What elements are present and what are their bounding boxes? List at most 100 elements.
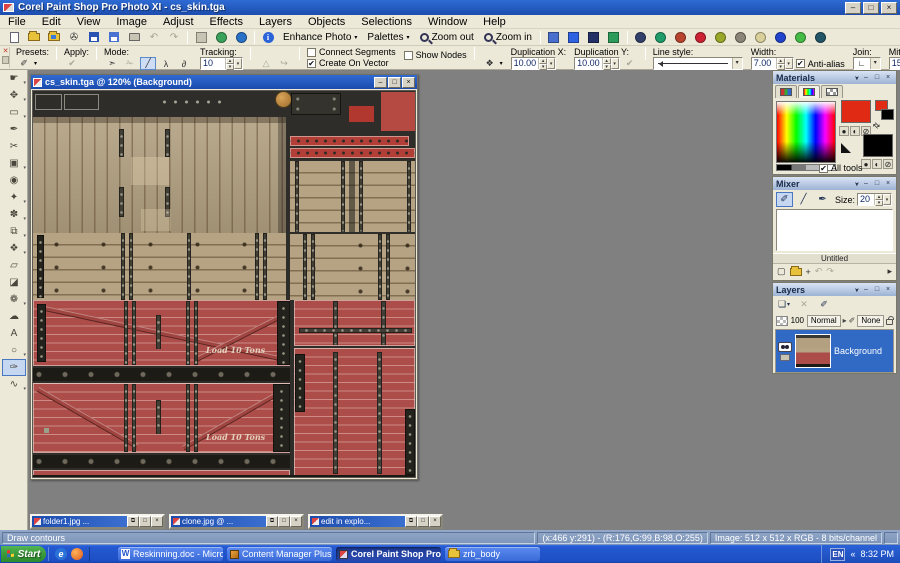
- duplication-x-spinner[interactable]: 10.00▴▾▾: [511, 57, 557, 70]
- doc-close-button[interactable]: ×: [402, 77, 415, 88]
- palettes-button[interactable]: Palettes▾: [362, 30, 414, 45]
- remix-button[interactable]: ↷: [826, 266, 834, 277]
- move-tool[interactable]: ✥▾: [2, 87, 26, 104]
- pin-icon[interactable]: ➤: [850, 73, 860, 83]
- effect-button-5[interactable]: [712, 30, 730, 45]
- makeover-tool[interactable]: ✦▾: [2, 189, 26, 206]
- draw-point-mode-button[interactable]: λ: [158, 57, 174, 70]
- script-button-4[interactable]: [605, 30, 623, 45]
- zoom-out-button[interactable]: Zoom out: [415, 30, 479, 45]
- effect-button-6[interactable]: [732, 30, 750, 45]
- tracking-spinner[interactable]: 10▴▾▾: [200, 57, 243, 70]
- more-button[interactable]: ▸: [887, 266, 892, 277]
- node-edit-button[interactable]: ❖: [482, 57, 498, 70]
- menu-edit[interactable]: Edit: [34, 16, 69, 28]
- pen-tool[interactable]: ✑: [2, 359, 26, 376]
- edit-selection-button[interactable]: ✐: [816, 298, 832, 311]
- tab-rainbow[interactable]: [798, 85, 820, 98]
- miter-limit-spinner[interactable]: 15▴▾▾: [889, 57, 900, 70]
- chevron-down-icon[interactable]: ▾: [500, 60, 503, 67]
- save-as-button[interactable]: [105, 30, 123, 45]
- close-button[interactable]: ×: [290, 516, 302, 527]
- effect-button-2[interactable]: [652, 30, 670, 45]
- two-color-toggle-icon[interactable]: [841, 143, 851, 153]
- link-set-select[interactable]: None: [857, 315, 884, 327]
- new-layer-button[interactable]: ❏▾: [776, 298, 792, 311]
- red-eye-tool[interactable]: ◉: [2, 172, 26, 189]
- draw-lines-mode-button[interactable]: ╱: [140, 57, 156, 70]
- add-button[interactable]: +: [806, 267, 811, 277]
- menu-adjust[interactable]: Adjust: [155, 16, 202, 28]
- minimized-window-edit[interactable]: edit in explo... ⧉ □ ×: [308, 514, 443, 529]
- pin-icon[interactable]: ➤: [850, 285, 860, 295]
- show-nodes-checkbox[interactable]: Show Nodes: [404, 49, 467, 61]
- color-changer-tool[interactable]: ❖▾: [2, 240, 26, 257]
- close-icon[interactable]: ×: [883, 179, 893, 189]
- menu-file[interactable]: File: [0, 16, 34, 28]
- delete-layer-button[interactable]: ✕: [796, 298, 812, 311]
- internet-explorer-icon[interactable]: e: [55, 548, 67, 560]
- background-eraser-tool[interactable]: ◪: [2, 274, 26, 291]
- maximize-icon[interactable]: □: [872, 179, 882, 189]
- status-resize-grip[interactable]: [884, 532, 898, 544]
- background-swatch[interactable]: [863, 134, 893, 157]
- minimize-button[interactable]: –: [845, 2, 861, 14]
- firefox-icon[interactable]: [71, 548, 83, 560]
- doc-maximize-button[interactable]: □: [388, 77, 401, 88]
- open-file-button[interactable]: [25, 30, 43, 45]
- apply-button[interactable]: ✔: [64, 57, 80, 70]
- width-spinner[interactable]: 7.00▴▾▾: [751, 57, 794, 70]
- anti-alias-checkbox[interactable]: ✔Anti-alias: [796, 58, 845, 70]
- blend-mode-select[interactable]: Normal: [807, 315, 841, 327]
- restore-button[interactable]: ⧉: [266, 516, 278, 527]
- minimized-window-clone[interactable]: clone.jpg @ ... ⧉ □ ×: [169, 514, 304, 529]
- script-button-2[interactable]: [565, 30, 583, 45]
- unmix-button[interactable]: ↶: [815, 266, 823, 277]
- selection-tool[interactable]: ▭▾: [2, 104, 26, 121]
- image-canvas[interactable]: Load 10 Tons Load 10 Tons: [33, 91, 415, 477]
- background-property-swatch[interactable]: [881, 109, 894, 120]
- save-button[interactable]: [85, 30, 103, 45]
- print-button[interactable]: [125, 30, 143, 45]
- resize-button[interactable]: [192, 30, 210, 45]
- warp-brush-tool[interactable]: ∿▾: [2, 376, 26, 393]
- gradient-style-icon[interactable]: ◐: [872, 159, 882, 169]
- close-path-button[interactable]: △: [258, 57, 274, 70]
- tab-patterns[interactable]: [821, 85, 843, 98]
- menu-help[interactable]: Help: [475, 16, 514, 28]
- effect-button-9[interactable]: [792, 30, 810, 45]
- paint-brush-tool[interactable]: ✽▾: [2, 206, 26, 223]
- picture-tube-tool[interactable]: ❁▾: [2, 291, 26, 308]
- effect-button-10[interactable]: [812, 30, 830, 45]
- knife-mode-button[interactable]: ✁: [122, 57, 138, 70]
- layer-row-background[interactable]: Background: [776, 330, 893, 372]
- mixer-titlebar[interactable]: Mixer ➤ – □ ×: [773, 177, 896, 190]
- script-button-1[interactable]: [545, 30, 563, 45]
- script-button-3[interactable]: [585, 30, 603, 45]
- solid-style-icon[interactable]: ●: [839, 126, 849, 136]
- text-tool[interactable]: A: [2, 325, 26, 342]
- join-dropdown[interactable]: ∟▾: [853, 57, 881, 70]
- menu-image[interactable]: Image: [108, 16, 155, 28]
- pan-tool[interactable]: ☛▾: [2, 70, 26, 87]
- color-picker[interactable]: [776, 101, 836, 163]
- menu-window[interactable]: Window: [420, 16, 475, 28]
- duplication-y-spinner[interactable]: 10.00▴▾▾: [574, 57, 620, 70]
- lock-icon[interactable]: [886, 319, 893, 325]
- restore-button[interactable]: ⧉: [405, 516, 417, 527]
- eraser-tool[interactable]: ▱: [2, 257, 26, 274]
- reverse-path-button[interactable]: ↪: [276, 57, 292, 70]
- clone-tool[interactable]: ⧉▾: [2, 223, 26, 240]
- blend-mode-arrow-icon[interactable]: ▸: [843, 316, 847, 325]
- redo-button[interactable]: ↷: [165, 30, 183, 45]
- effect-button-7[interactable]: [752, 30, 770, 45]
- all-tools-checkbox[interactable]: ✔All tools: [819, 162, 863, 174]
- enhance-photo-button[interactable]: Enhance Photo▾: [278, 30, 362, 45]
- preset-shape-tool[interactable]: ○▾: [2, 342, 26, 359]
- menu-effects[interactable]: Effects: [202, 16, 251, 28]
- duplicate-button[interactable]: ✔: [622, 57, 638, 70]
- maximize-button[interactable]: □: [863, 2, 879, 14]
- close-icon[interactable]: ×: [883, 73, 893, 83]
- connect-segments-checkbox[interactable]: Connect Segments: [307, 47, 396, 57]
- airbrush-tool[interactable]: ☁: [2, 308, 26, 325]
